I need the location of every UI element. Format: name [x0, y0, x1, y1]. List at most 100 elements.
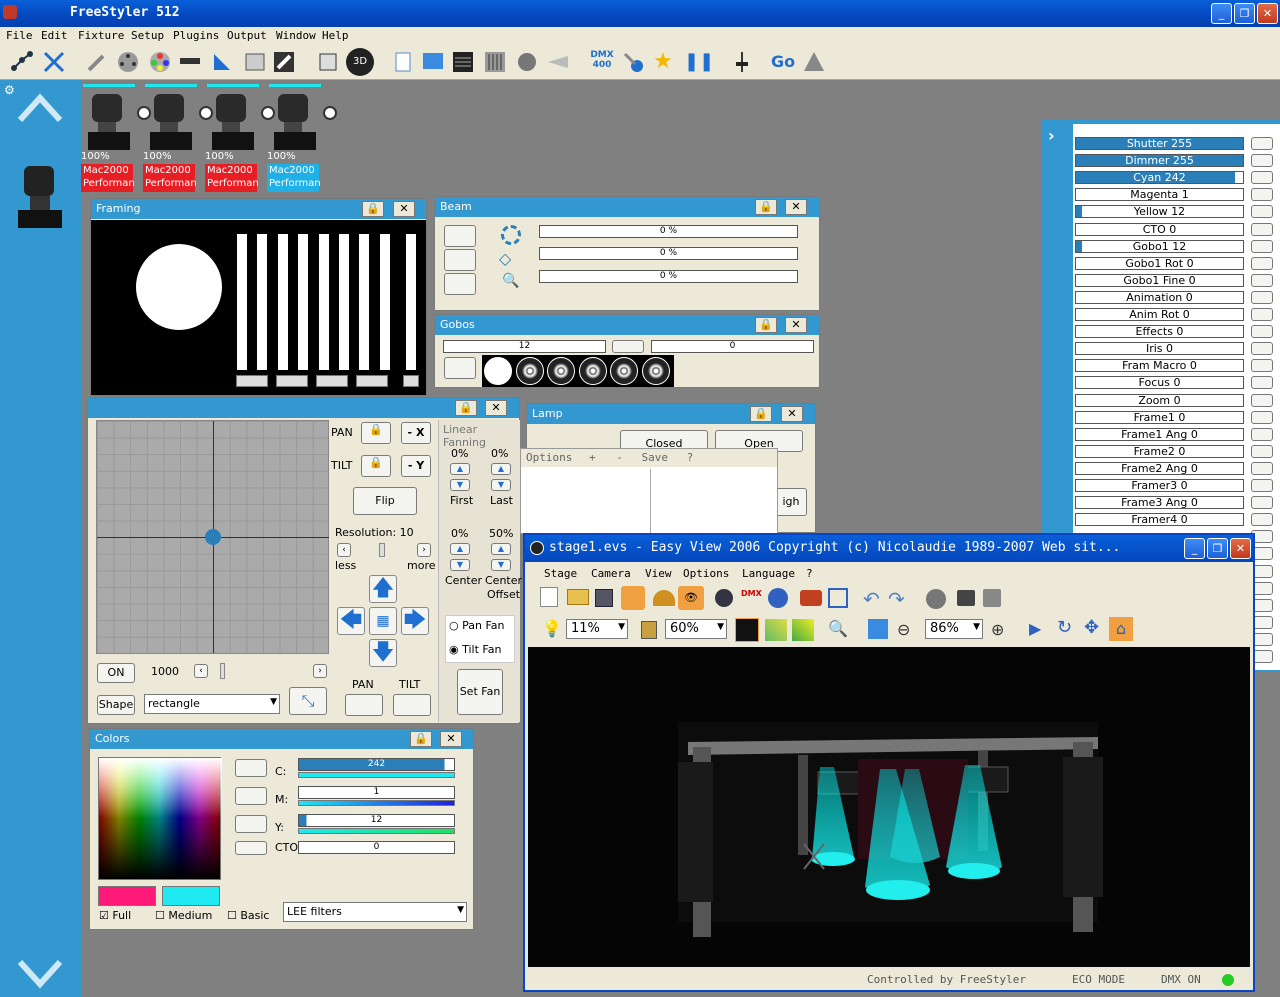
channel-fader[interactable]: Framer3 0: [1075, 479, 1244, 492]
fixture-name-label[interactable]: Mac2000 Performan: [205, 164, 259, 192]
close-panel-button[interactable]: ✕: [785, 317, 807, 333]
render-icon[interactable]: [983, 589, 1001, 607]
moving-head-icon[interactable]: [84, 92, 134, 152]
first-down-button[interactable]: ▼: [450, 479, 470, 491]
move-icon[interactable]: ✥: [1084, 617, 1099, 638]
warning-icon[interactable]: [802, 50, 826, 74]
magenta-button[interactable]: [235, 787, 267, 805]
shape-button[interactable]: Shape: [97, 695, 135, 715]
beam-button-2[interactable]: [444, 249, 476, 271]
camera-icon[interactable]: [957, 590, 975, 606]
basic-checkbox[interactable]: ☐ Basic: [227, 909, 269, 922]
zoom-out-icon[interactable]: ⊖: [897, 620, 910, 639]
dmx-400-icon[interactable]: DMX 400: [590, 50, 614, 74]
framing-handle[interactable]: [403, 375, 419, 387]
pan-button[interactable]: [345, 694, 383, 716]
fixture-icon[interactable]: [715, 589, 733, 607]
framing-handle[interactable]: [316, 375, 348, 387]
star-icon[interactable]: ★: [651, 50, 675, 74]
save-icon[interactable]: [595, 589, 613, 607]
fixture-name-label[interactable]: Mac2000 Performan: [143, 164, 197, 192]
speed-less-button[interactable]: ‹: [194, 664, 208, 678]
gobo-option[interactable]: [641, 357, 670, 385]
arrow-up-button[interactable]: 🡅: [369, 575, 397, 603]
color-picker[interactable]: [98, 757, 222, 880]
maximize-button[interactable]: ❐: [1234, 3, 1255, 24]
open-folder-icon[interactable]: [567, 589, 589, 605]
center-button[interactable]: ▦: [369, 607, 397, 635]
menu-output[interactable]: Output: [227, 29, 267, 42]
faders-icon[interactable]: [483, 50, 507, 74]
beam-bar-focus[interactable]: 0 %: [539, 247, 798, 260]
channel-fader[interactable]: Gobo1 Rot 0: [1075, 256, 1244, 270]
stage-3d-view[interactable]: [528, 647, 1250, 967]
fixture-select-icon[interactable]: [42, 50, 66, 74]
resolution-less-button[interactable]: ‹: [337, 543, 351, 557]
moving-head-icon[interactable]: [146, 92, 196, 152]
ev-menu-language[interactable]: Language: [742, 567, 795, 580]
tilt-button[interactable]: [393, 694, 431, 716]
channel-fader[interactable]: Frame2 0: [1075, 444, 1244, 458]
ev-menu-stage[interactable]: Stage: [544, 567, 577, 580]
channel-fader[interactable]: Gobo1 Fine 0: [1075, 273, 1244, 287]
easyview-minimize-button[interactable]: _: [1184, 538, 1205, 559]
channel-button[interactable]: [1251, 479, 1273, 492]
channel-button[interactable]: [1251, 154, 1273, 168]
shape-select[interactable]: rectangle ▼: [144, 694, 280, 714]
channel-button[interactable]: [1251, 137, 1273, 150]
menu-window[interactable]: Window: [276, 29, 316, 42]
pantilt-grid[interactable]: [96, 420, 329, 654]
cube-icon[interactable]: [828, 588, 848, 608]
channel-button[interactable]: [1251, 427, 1273, 441]
options-minus[interactable]: -: [616, 451, 623, 464]
chevron-right-icon[interactable]: ›: [1048, 126, 1055, 145]
channel-fader[interactable]: Frame1 Ang 0: [1075, 427, 1244, 441]
resolution-slider-thumb[interactable]: [379, 543, 385, 557]
flash-icon[interactable]: [792, 619, 814, 641]
lock-icon[interactable]: 🔒: [410, 731, 432, 747]
menu-help[interactable]: Help: [322, 29, 349, 42]
channel-button[interactable]: [1251, 256, 1273, 270]
channel-fader[interactable]: Iris 0: [1075, 342, 1244, 356]
channel-button[interactable]: [1251, 171, 1273, 185]
speaker-icon[interactable]: [515, 50, 539, 74]
close-panel-button[interactable]: ✕: [393, 201, 415, 217]
eraser-icon[interactable]: [272, 50, 296, 74]
channel-button[interactable]: [1251, 290, 1273, 304]
on-button[interactable]: ON: [97, 663, 135, 683]
channel-button[interactable]: [1251, 325, 1273, 339]
channel-button[interactable]: [1251, 205, 1273, 219]
cue-icon[interactable]: [210, 50, 234, 74]
gobo-rot-bar[interactable]: 0: [651, 340, 814, 353]
gobo-small-button[interactable]: [612, 340, 644, 353]
fixture-network-icon[interactable]: [10, 50, 34, 74]
framing-blade[interactable]: [319, 234, 329, 370]
framing-handle[interactable]: [356, 375, 388, 387]
framing-blade[interactable]: [257, 234, 267, 370]
ev-menu-view[interactable]: View: [645, 567, 672, 580]
framing-blade[interactable]: [278, 234, 288, 370]
cyan-button[interactable]: [235, 759, 267, 777]
spotlight-icon[interactable]: [546, 50, 570, 74]
pointer-icon[interactable]: ▶: [1029, 619, 1041, 638]
pen-icon[interactable]: [85, 50, 109, 74]
fixture-name-label[interactable]: Mac2000 Performan: [267, 164, 321, 192]
channel-fader[interactable]: Cyan 242: [1075, 171, 1244, 185]
sphere-icon[interactable]: [768, 588, 788, 608]
moving-head-fixture-icon[interactable]: [14, 164, 66, 230]
channel-button[interactable]: [1251, 513, 1273, 527]
channel-button[interactable]: [1251, 376, 1273, 390]
go-button[interactable]: Go: [771, 50, 799, 74]
set-fan-button[interactable]: Set Fan: [457, 669, 503, 715]
zoom-in-icon[interactable]: 🔍: [828, 619, 848, 638]
channel-fader[interactable]: Yellow 12: [1075, 205, 1244, 219]
menu-fixture[interactable]: Fixture: [78, 29, 124, 42]
gobo-button[interactable]: [444, 357, 476, 379]
easyview-close-button[interactable]: ✕: [1230, 538, 1251, 559]
minimize-button[interactable]: _: [1211, 3, 1232, 24]
cyan-bar[interactable]: 242: [298, 758, 455, 771]
beam-effect-icon[interactable]: [735, 618, 759, 642]
lock-icon[interactable]: 🔒: [755, 199, 777, 215]
menu-edit[interactable]: Edit: [41, 29, 68, 42]
moving-head-icon[interactable]: [208, 92, 258, 152]
